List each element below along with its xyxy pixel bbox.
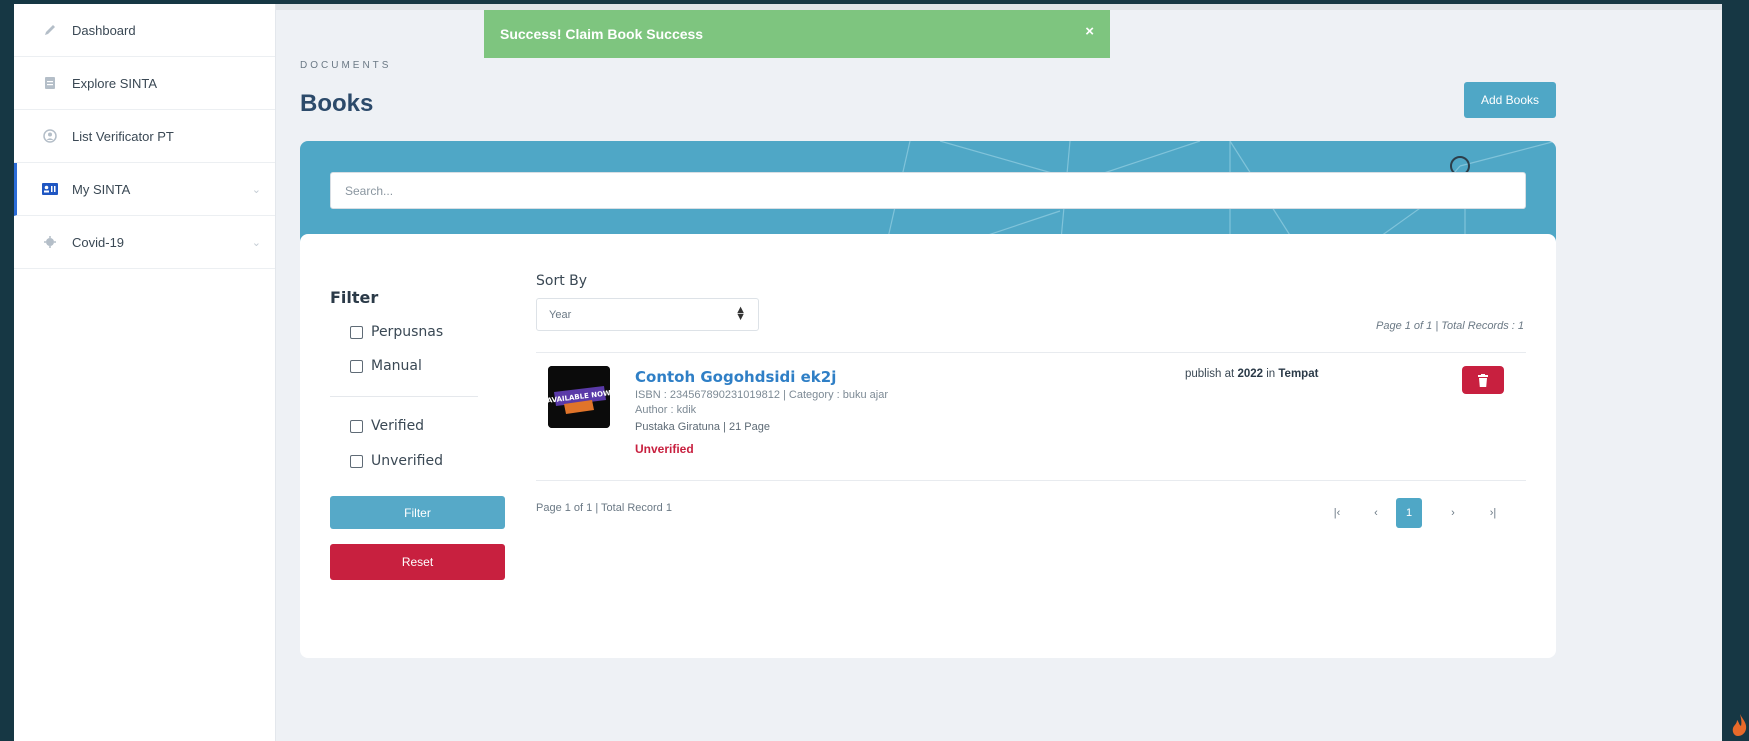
pagination-next-button[interactable]: › [1440, 498, 1466, 528]
list-divider-bottom [536, 480, 1526, 481]
sidebar-item-dashboard[interactable]: Dashboard [14, 4, 275, 57]
publish-year: 2022 [1237, 368, 1264, 380]
sort-arrows-icon: ▲ ▼ [735, 304, 746, 323]
sort-by-label: Sort By [536, 273, 588, 289]
sort-selected-value: Year [549, 308, 572, 321]
pagination-first-button[interactable]: |‹ [1324, 498, 1350, 528]
window-frame-left [0, 0, 14, 741]
sidebar-item-list-verificator[interactable]: List Verificator PT [14, 110, 275, 163]
book-isbn-category: ISBN : 234567890231019812 | Category : b… [635, 389, 888, 401]
filter-title: Filter [330, 288, 379, 307]
books-card: Filter Perpusnas Manual Verified Unverif… [300, 234, 1556, 658]
pagination-prev-button[interactable]: ‹ [1363, 498, 1389, 528]
sidebar-item-my-sinta[interactable]: My SINTA ⌄ [14, 163, 275, 216]
virus-icon [42, 234, 58, 250]
chevron-down-icon: ⌄ [251, 183, 261, 196]
sidebar-item-label: Explore SINTA [72, 75, 158, 91]
publish-place: Tempat [1278, 368, 1319, 380]
sidebar-item-label: List Verificator PT [72, 128, 174, 144]
trash-icon [1478, 373, 1488, 387]
book-status: Unverified [635, 442, 694, 456]
sort-select[interactable]: Year ▲ ▼ [536, 298, 759, 331]
book-cover-image[interactable]: AVAILABLE NOW [548, 366, 610, 428]
main-content: Success! Claim Book Success × DOCUMENTS … [276, 4, 1722, 741]
close-icon[interactable]: × [1085, 23, 1094, 40]
book-author: Author : kdik [635, 404, 697, 416]
page-info-top: Page 1 of 1 | Total Records : 1 [1376, 320, 1524, 332]
checkbox-label: Perpusnas [371, 324, 444, 340]
sidebar: Dashboard Explore SINTA List Verificator… [14, 4, 276, 741]
id-card-icon [42, 181, 58, 197]
book-title-link[interactable]: Contoh Gogohdsidi ek2j [635, 368, 836, 386]
user-circle-icon [42, 128, 58, 144]
checkbox-label: Verified [371, 418, 425, 434]
reset-button[interactable]: Reset [330, 544, 505, 580]
delete-book-button[interactable] [1462, 366, 1504, 394]
book-publisher-pages: Pustaka Giratuna | 21 Page [635, 421, 770, 433]
checkbox-label: Unverified [371, 453, 443, 469]
checkbox-box[interactable] [350, 419, 363, 433]
filter-checkbox-manual[interactable]: Manual [350, 358, 422, 374]
book-cover-art: AVAILABLE NOW [548, 366, 610, 428]
sidebar-item-covid-19[interactable]: Covid-19 ⌄ [14, 216, 275, 269]
checkbox-box[interactable] [350, 325, 363, 339]
publish-in: in [1266, 368, 1276, 380]
page-info-bottom: Page 1 of 1 | Total Record 1 [536, 502, 672, 514]
add-books-button[interactable]: Add Books [1464, 82, 1556, 118]
filter-divider [330, 396, 478, 397]
page-title: Books [300, 90, 374, 117]
window-frame-right [1722, 0, 1749, 741]
checkbox-box[interactable] [350, 359, 363, 373]
sidebar-item-label: My SINTA [72, 181, 131, 197]
checkbox-label: Manual [371, 358, 422, 374]
breadcrumb: DOCUMENTS [300, 60, 392, 71]
alert-message: Success! Claim Book Success [500, 26, 704, 42]
filter-button[interactable]: Filter [330, 496, 505, 529]
sidebar-item-label: Dashboard [72, 22, 136, 38]
sidebar-item-label: Covid-19 [72, 234, 125, 250]
book-publish-info: publish at 2022 in Tempat [1185, 368, 1318, 380]
filter-checkbox-perpusnas[interactable]: Perpusnas [350, 324, 443, 340]
flame-icon[interactable] [1730, 712, 1749, 738]
list-divider-top [536, 352, 1526, 353]
document-icon [42, 75, 58, 91]
pencil-icon [42, 22, 58, 38]
success-alert: Success! Claim Book Success × [484, 10, 1110, 58]
filter-checkbox-unverified[interactable]: Unverified [350, 453, 443, 469]
pagination-last-button[interactable]: ›| [1480, 498, 1506, 528]
publish-prefix: publish at [1185, 368, 1235, 380]
chevron-down-icon: ⌄ [251, 236, 261, 249]
filter-checkbox-verified[interactable]: Verified [350, 418, 424, 434]
pagination-page-1[interactable]: 1 [1396, 498, 1422, 528]
checkbox-box[interactable] [350, 454, 363, 468]
sidebar-item-explore-sinta[interactable]: Explore SINTA [14, 57, 275, 110]
search-input[interactable] [330, 172, 1526, 209]
